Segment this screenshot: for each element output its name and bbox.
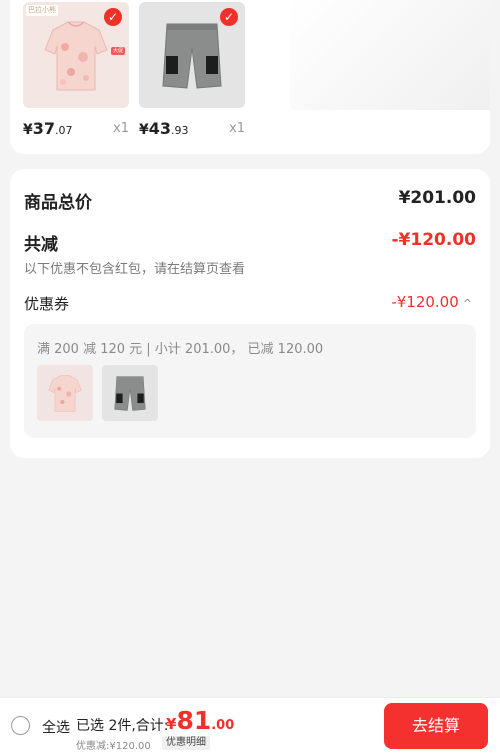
discount-detail-button[interactable]: 优惠明细 bbox=[162, 736, 210, 750]
product-thumbnail[interactable]: ✓ bbox=[139, 2, 245, 108]
checked-icon[interactable]: ✓ bbox=[104, 8, 122, 26]
coupon-description: 满 200 减 120 元 | 小计 201.00， 已减 120.00 bbox=[37, 342, 324, 357]
item-quantity: x1 bbox=[229, 121, 245, 136]
item-price: ¥37.07 bbox=[23, 119, 73, 138]
pink-floral-top-image bbox=[48, 375, 82, 412]
select-all-radio[interactable] bbox=[11, 716, 30, 735]
promo-tag: 大促 bbox=[110, 47, 125, 55]
item-price: ¥43.93 bbox=[139, 119, 189, 138]
selected-items-card: 巴拉小熊 大促 ✓ ¥37.07 x1 ✓ ¥43.93 x1 bbox=[10, 0, 490, 154]
checkout-button[interactable]: 去结算 bbox=[384, 703, 488, 749]
goods-total-row: 商品总价 ¥201.00 bbox=[24, 188, 476, 213]
item-price-row: ¥37.07 x1 bbox=[23, 119, 129, 139]
grey-cargo-shorts-image bbox=[114, 376, 146, 411]
goods-total-label: 商品总价 bbox=[24, 193, 92, 213]
product-thumbnail[interactable]: 巴拉小熊 大促 ✓ bbox=[23, 2, 129, 108]
discount-amount: 优惠减:¥120.00 bbox=[76, 741, 151, 752]
reduce-value: -¥120.00 bbox=[391, 230, 477, 250]
discount-note: 以下优惠不包含红包，请在结算页查看 bbox=[24, 262, 246, 277]
checkout-bar: 全选 已选 2件,合计: ¥81.00 优惠减:¥120.00 优惠明细 去结算 bbox=[0, 697, 500, 753]
item-price-row: ¥43.93 x1 bbox=[139, 119, 245, 139]
card-fade-decoration bbox=[290, 0, 490, 110]
coupon-row[interactable]: 优惠券 -¥120.00 ^ bbox=[24, 293, 476, 315]
item-quantity: x1 bbox=[113, 121, 129, 136]
price-summary-card: 商品总价 ¥201.00 共减 -¥120.00 以下优惠不包含红包，请在结算页… bbox=[10, 169, 490, 458]
reduce-row: 共减 -¥120.00 bbox=[24, 230, 477, 255]
checked-icon[interactable]: ✓ bbox=[220, 8, 238, 26]
coupon-value[interactable]: -¥120.00 ^ bbox=[391, 293, 472, 311]
coupon-detail-box: 满 200 减 120 元 | 小计 201.00， 已减 120.00 bbox=[24, 324, 476, 438]
selected-item[interactable]: ✓ ¥43.93 x1 bbox=[139, 2, 245, 138]
selected-item[interactable]: 巴拉小熊 大促 ✓ ¥37.07 x1 bbox=[23, 2, 129, 138]
reduce-label: 共减 bbox=[24, 235, 58, 255]
coupon-item-thumbnail bbox=[102, 365, 158, 421]
brand-tag: 巴拉小熊 bbox=[26, 5, 58, 16]
goods-total-value: ¥201.00 bbox=[398, 188, 476, 208]
total-price: ¥81.00 bbox=[166, 706, 235, 735]
selected-count-text: 已选 2件,合计: bbox=[76, 718, 169, 734]
coupon-label: 优惠券 bbox=[24, 295, 70, 313]
chevron-up-icon[interactable]: ^ bbox=[463, 297, 472, 310]
coupon-item-thumbnail bbox=[37, 365, 93, 421]
select-all-label[interactable]: 全选 bbox=[42, 717, 70, 737]
